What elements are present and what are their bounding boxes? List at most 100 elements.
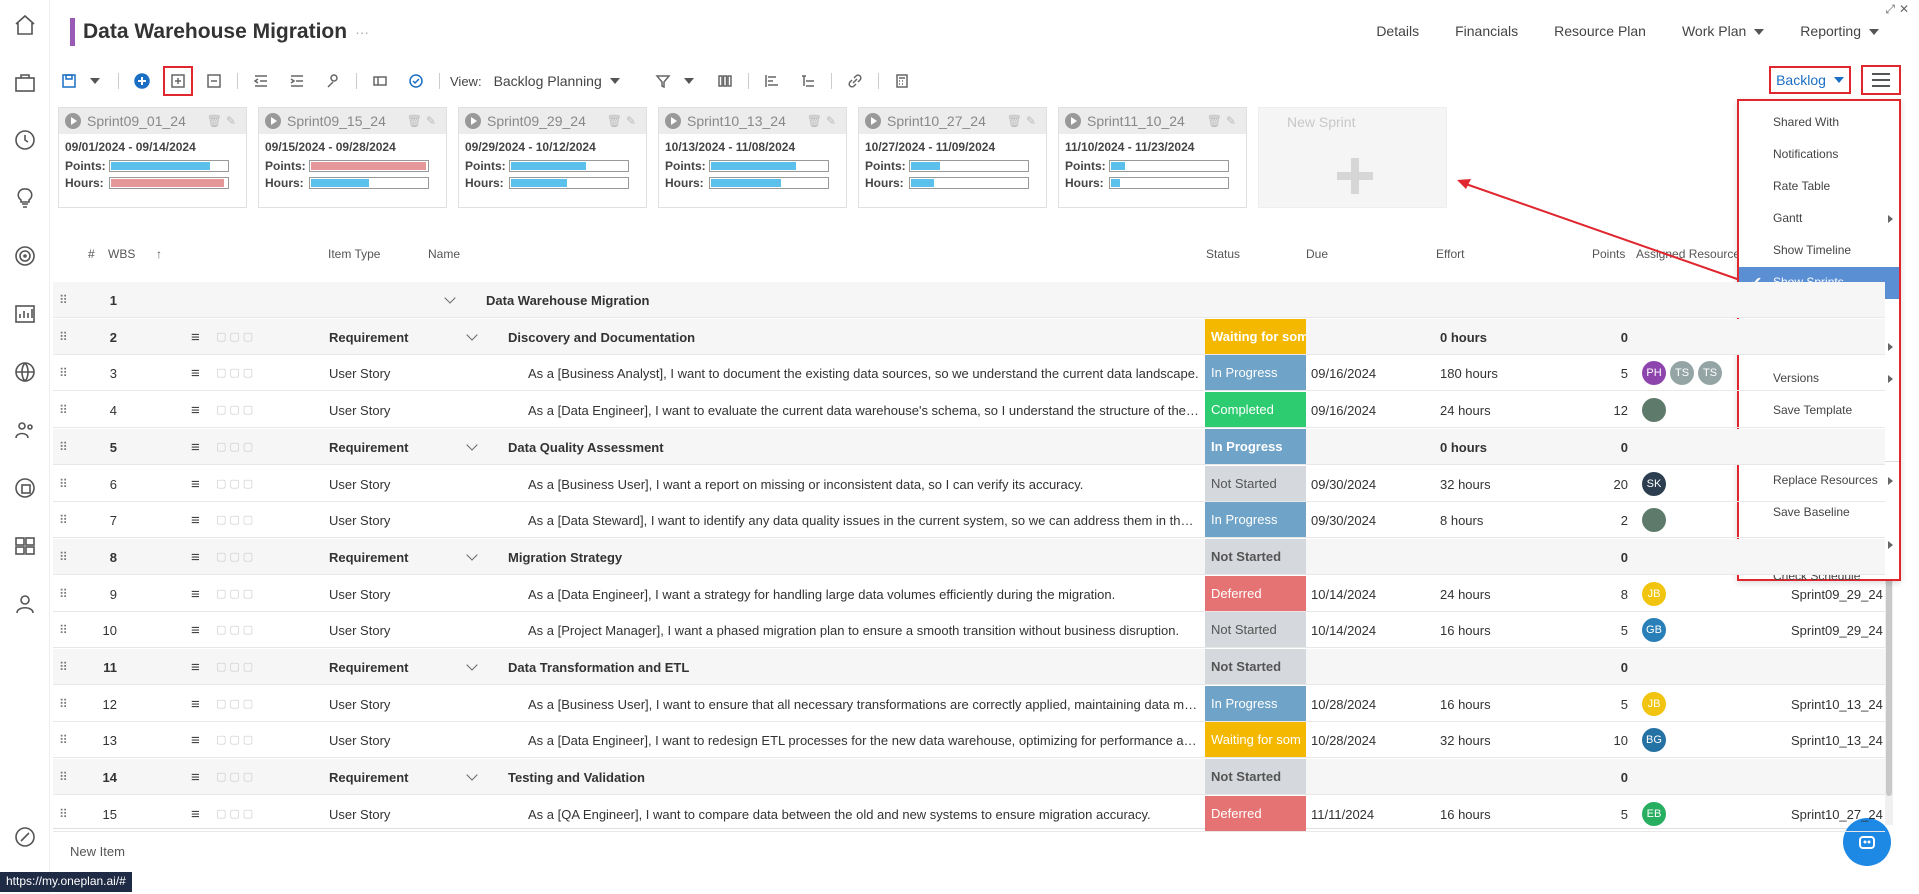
people-icon[interactable] — [13, 418, 37, 442]
item-name[interactable]: As a [Business User], I want to ensure t… — [528, 697, 1200, 712]
row-menu-icon[interactable]: ≡ — [191, 402, 200, 419]
expand-all-icon[interactable] — [163, 66, 193, 96]
compass-icon[interactable] — [13, 825, 37, 849]
item-name[interactable]: As a [Project Manager], I want a phased … — [528, 623, 1179, 638]
drag-handle-icon[interactable]: ⠿ — [59, 587, 68, 601]
status-badge[interactable]: Deferred — [1205, 575, 1306, 611]
view-select[interactable]: Backlog Planning — [494, 73, 620, 89]
drag-handle-icon[interactable]: ⠿ — [59, 440, 68, 454]
menu-item-shared-with[interactable]: Shared With — [1739, 107, 1899, 139]
link-icon[interactable] — [842, 68, 868, 94]
table-row[interactable]: ⠿ 15 ≡ ▢▢▢ User Story As a [QA Engineer], I w… — [53, 795, 1885, 832]
table-row[interactable]: ⠿ 1 Data Warehouse Migration — [53, 282, 1885, 318]
item-name[interactable]: Migration Strategy — [508, 550, 622, 565]
drag-handle-icon[interactable]: ⠿ — [59, 770, 68, 784]
indent-icon[interactable] — [284, 68, 310, 94]
new-sprint-card[interactable]: New Sprint — [1258, 107, 1447, 208]
avatar[interactable]: GB — [1642, 618, 1666, 643]
avatar[interactable]: EB — [1642, 801, 1666, 826]
board-icon[interactable] — [13, 534, 37, 558]
status-badge[interactable]: Not Started — [1205, 612, 1306, 648]
sprint-card[interactable]: Sprint10_13_24 🗑✎ 10/13/2024 - 11/08/2024 P… — [658, 107, 847, 208]
row-menu-icon[interactable]: ≡ — [191, 696, 200, 713]
sprint-edit-icons[interactable]: 🗑✎ — [807, 114, 840, 128]
col-status[interactable]: Status — [1206, 247, 1240, 261]
menu-item-gantt[interactable]: Gantt — [1739, 203, 1899, 235]
col-due[interactable]: Due — [1306, 247, 1328, 261]
table-row[interactable]: ⠿ 5 ≡ ▢▢▢ Requirement Data Quality Assessment… — [53, 428, 1885, 465]
row-menu-icon[interactable]: ≡ — [191, 476, 200, 493]
status-badge[interactable]: Not Started — [1205, 465, 1306, 501]
expand-chevron-icon[interactable] — [466, 657, 478, 672]
window-controls[interactable]: ⤢✕ — [1885, 2, 1913, 17]
table-row[interactable]: ⠿ 8 ≡ ▢▢▢ Requirement Migration Strategy Not S… — [53, 538, 1885, 575]
check-settings-icon[interactable] — [403, 68, 429, 94]
save-icon[interactable] — [56, 68, 82, 94]
avatar[interactable] — [1642, 398, 1666, 423]
hamburger-menu-button[interactable] — [1861, 65, 1901, 95]
row-menu-icon[interactable]: ≡ — [191, 329, 200, 346]
table-row[interactable]: ⠿ 2 ≡ ▢▢▢ Requirement Discovery and Documenta… — [53, 318, 1885, 355]
drag-handle-icon[interactable]: ⠿ — [59, 807, 68, 821]
expand-chevron-icon[interactable] — [444, 290, 456, 305]
play-icon[interactable] — [1065, 113, 1081, 129]
status-badge[interactable]: Not Started — [1205, 649, 1306, 684]
home-icon[interactable] — [13, 13, 37, 37]
item-name[interactable]: Data Quality Assessment — [508, 440, 664, 455]
table-row[interactable]: ⠿ 14 ≡ ▢▢▢ Requirement Testing and Validation… — [53, 759, 1885, 796]
add-circle-icon[interactable] — [129, 68, 155, 94]
col-wbs[interactable]: WBS — [108, 247, 135, 261]
sprint-card[interactable]: Sprint11_10_24 🗑✎ 11/10/2024 - 11/23/2024 P… — [1058, 107, 1247, 208]
table-row[interactable]: ⠿ 9 ≡ ▢▢▢ User Story As a [Data Engineer], I … — [53, 575, 1885, 612]
status-badge[interactable]: In Progress — [1205, 685, 1306, 721]
list-tree-icon[interactable] — [795, 68, 821, 94]
columns-icon[interactable] — [367, 68, 393, 94]
item-name[interactable]: As a [QA Engineer], I want to compare da… — [528, 807, 1151, 822]
play-icon[interactable] — [865, 113, 881, 129]
row-menu-icon[interactable]: ≡ — [191, 365, 200, 382]
filter-icon[interactable] — [650, 68, 676, 94]
new-item-button[interactable]: New Item — [70, 844, 125, 859]
sprint-card[interactable]: Sprint09_01_24 🗑✎ 09/01/2024 - 09/14/2024 P… — [58, 107, 247, 208]
nav-reporting[interactable]: Reporting — [1800, 23, 1879, 39]
drag-handle-icon[interactable]: ⠿ — [59, 550, 68, 564]
item-name[interactable]: As a [Business User], I want a report on… — [528, 477, 1083, 492]
row-menu-icon[interactable]: ≡ — [191, 512, 200, 529]
sprint-edit-icons[interactable]: 🗑✎ — [407, 114, 440, 128]
row-menu-icon[interactable]: ≡ — [191, 622, 200, 639]
play-icon[interactable] — [265, 113, 281, 129]
avatar[interactable]: JB — [1642, 581, 1666, 606]
item-name[interactable]: As a [Data Engineer], I want a strategy … — [528, 587, 1115, 602]
menu-item-rate-table[interactable]: Rate Table — [1739, 171, 1899, 203]
item-name[interactable]: Data Warehouse Migration — [486, 293, 649, 308]
table-row[interactable]: ⠿ 6 ≡ ▢▢▢ User Story As a [Business User], I … — [53, 465, 1885, 502]
status-badge[interactable]: Not Started — [1205, 759, 1306, 795]
col-name[interactable]: Name — [428, 247, 460, 261]
status-badge[interactable]: Deferred — [1205, 795, 1306, 831]
avatar[interactable]: JB — [1642, 691, 1666, 716]
status-badge[interactable]: Completed — [1205, 392, 1306, 428]
drag-handle-icon[interactable]: ⠿ — [59, 330, 68, 344]
row-menu-icon[interactable]: ≡ — [191, 586, 200, 603]
table-row[interactable]: ⠿ 4 ≡ ▢▢▢ User Story As a [Data Engineer], I … — [53, 392, 1885, 429]
filter-chevron-icon[interactable] — [676, 68, 702, 94]
drag-handle-icon[interactable]: ⠿ — [59, 623, 68, 637]
play-icon[interactable] — [465, 113, 481, 129]
drag-handle-icon[interactable]: ⠿ — [59, 403, 68, 417]
table-row[interactable]: ⠿ 12 ≡ ▢▢▢ User Story As a [Business User], I… — [53, 685, 1885, 722]
nav-financials[interactable]: Financials — [1455, 23, 1518, 39]
portfolio-icon[interactable] — [13, 476, 37, 500]
drag-handle-icon[interactable]: ⠿ — [59, 733, 68, 747]
sort-arrow-icon[interactable]: ↑ — [156, 247, 162, 261]
status-badge[interactable]: In Progress — [1205, 355, 1306, 391]
col-item-type[interactable]: Item Type — [328, 247, 380, 261]
menu-item-show-timeline[interactable]: Show Timeline — [1739, 235, 1899, 267]
status-badge[interactable]: Not Started — [1205, 538, 1306, 574]
drag-handle-icon[interactable]: ⠿ — [59, 697, 68, 711]
expand-chevron-icon[interactable] — [466, 437, 478, 452]
drag-handle-icon[interactable]: ⠿ — [59, 477, 68, 491]
sprint-card[interactable]: Sprint09_15_24 🗑✎ 09/15/2024 - 09/28/2024 P… — [258, 107, 447, 208]
clock-icon[interactable] — [13, 128, 37, 152]
align-icon[interactable] — [759, 68, 785, 94]
avatar[interactable]: TS — [1670, 361, 1694, 386]
